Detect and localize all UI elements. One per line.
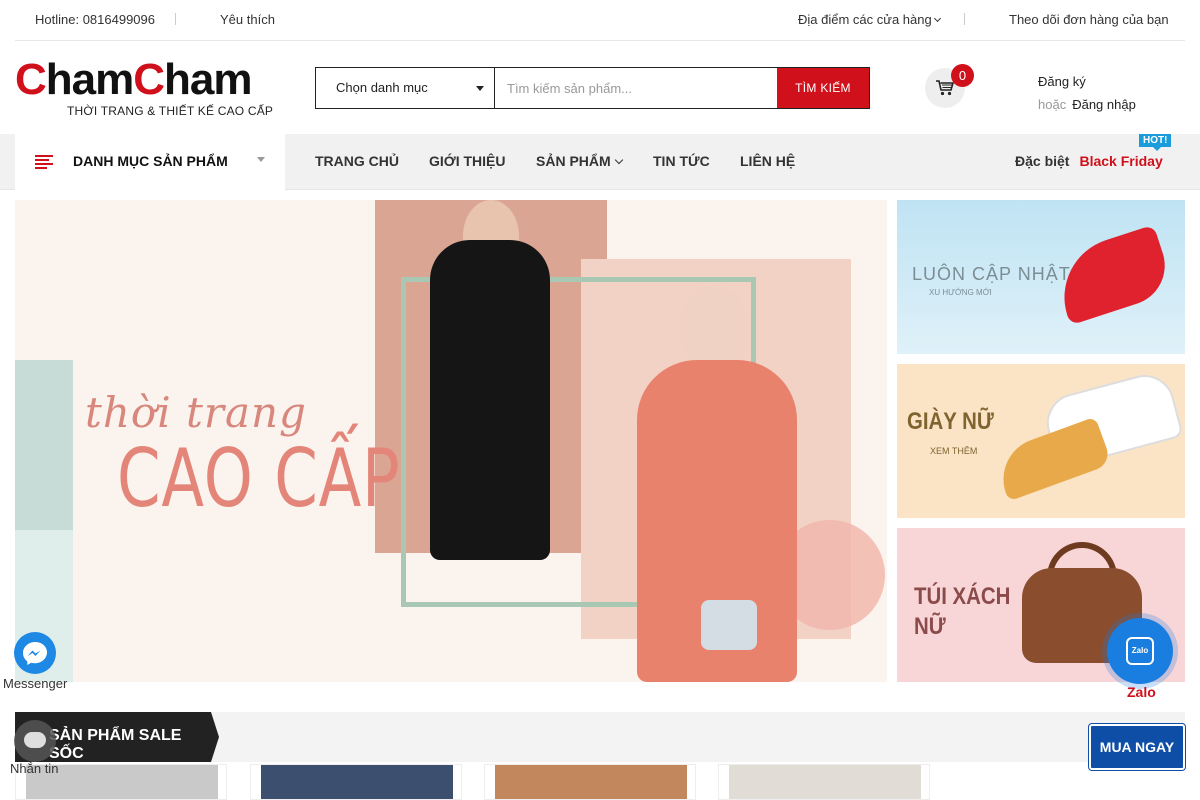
buy-now-button[interactable]: MUA NGAY	[1089, 724, 1185, 770]
messenger-label: Messenger	[3, 676, 68, 691]
hot-badge: HOT!	[1139, 134, 1172, 151]
chevron-down-icon	[614, 155, 623, 165]
chat-bubble-icon	[24, 732, 46, 748]
zalo-icon: Zalo	[1126, 637, 1154, 665]
divider	[964, 13, 965, 25]
category-select[interactable]: Chọn danh mục	[316, 68, 495, 108]
zalo-button[interactable]: Zalo	[1107, 618, 1173, 684]
banner-title: TÚI XÁCH NỮ	[914, 582, 1010, 642]
product-image	[261, 765, 453, 799]
chat-label: Nhắn tin	[10, 761, 59, 776]
divider	[175, 13, 176, 25]
banner-womens-shoes[interactable]: GIÀY NỮ XEM THÊM	[897, 364, 1185, 518]
nav-news[interactable]: TIN TỨC	[653, 153, 710, 169]
site-logo[interactable]: ChamCham THỜI TRANG & THIẾT KẾ CAO CẤP	[15, 55, 290, 122]
login-link[interactable]: Đăng nhập	[1072, 97, 1136, 112]
product-image	[495, 765, 687, 799]
logo-letter: C	[133, 55, 165, 104]
banner-title-line: TÚI XÁCH	[914, 583, 1011, 610]
zalo-label: Zalo	[1127, 684, 1156, 700]
nav-about[interactable]: GIỚI THIỆU	[429, 153, 506, 169]
chevron-down-icon	[934, 14, 942, 23]
search-button[interactable]: TÌM KIẾM	[777, 68, 869, 108]
product-card[interactable]	[484, 764, 696, 800]
account-links: Đăng ký hoặc Đăng nhập	[1038, 70, 1136, 116]
store-locations-label: Địa điểm các cửa hàng	[798, 12, 932, 27]
banner-new-trends[interactable]: LUÔN CẬP NHẬT XU HƯỚNG MỚI	[897, 200, 1185, 354]
nav-home[interactable]: TRANG CHỦ	[315, 153, 399, 169]
hotline[interactable]: Hotline: 0816499096	[35, 12, 155, 27]
category-select-label: Chọn danh mục	[336, 80, 428, 95]
banner-subtitle: XEM THÊM	[930, 446, 978, 456]
category-menu-toggle[interactable]: DANH MỤC SẢN PHẨM	[15, 134, 285, 190]
menu-icon	[35, 155, 53, 169]
wishlist-link[interactable]: Yêu thích	[220, 12, 275, 27]
category-menu-label: DANH MỤC SẢN PHẨM	[73, 153, 228, 169]
hero-script-text: thời trang	[85, 388, 307, 437]
logo-letter: C	[15, 55, 47, 104]
caret-down-icon	[257, 157, 265, 162]
nav-contact[interactable]: LIÊN HỆ	[740, 153, 795, 169]
chat-button[interactable]	[14, 720, 56, 762]
logo-tagline: THỜI TRANG & THIẾT KẾ CAO CẤP	[67, 104, 274, 118]
special-label: Đặc biệt	[1015, 153, 1070, 169]
banner-title: LUÔN CẬP NHẬT	[912, 264, 1071, 284]
special-offer: Đặc biệt Black Friday	[1015, 153, 1163, 169]
nav-products[interactable]: SẢN PHẨM	[536, 153, 623, 169]
model-image	[430, 240, 550, 560]
caret-down-icon	[476, 86, 484, 91]
banner-title: GIÀY NỮ	[907, 408, 994, 435]
cart-count-badge: 0	[951, 64, 974, 87]
search-bar: Chọn danh mục TÌM KIẾM	[315, 67, 870, 109]
product-card[interactable]	[718, 764, 930, 800]
register-link[interactable]: Đăng ký	[1038, 70, 1136, 93]
product-image	[729, 765, 921, 799]
logo-word: ham	[164, 55, 252, 104]
cart-icon	[936, 80, 954, 96]
top-bar: Hotline: 0816499096 Yêu thích Địa điểm c…	[15, 0, 1185, 41]
or-text: hoặc	[1038, 97, 1067, 112]
search-input[interactable]	[495, 68, 777, 108]
messenger-icon	[23, 642, 47, 665]
product-card[interactable]	[250, 764, 462, 800]
logo-word: ham	[45, 55, 134, 104]
messenger-button[interactable]	[14, 632, 56, 674]
nav-products-label: SẢN PHẨM	[536, 153, 611, 169]
banner-title-line: NỮ	[914, 613, 946, 640]
hero-banner[interactable]: thời trang CAO CẤP	[15, 200, 887, 682]
banner-subtitle: XU HƯỚNG MỚI	[929, 288, 992, 297]
handbag-image	[701, 600, 757, 650]
hero-headline: CAO CẤP	[117, 432, 401, 525]
store-locations-link[interactable]: Địa điểm các cửa hàng	[798, 12, 942, 27]
black-friday-link[interactable]: Black Friday	[1079, 153, 1162, 169]
track-order-link[interactable]: Theo dõi đơn hàng của bạn	[1009, 12, 1169, 27]
logo-wordmark: ChamCham	[15, 55, 253, 105]
